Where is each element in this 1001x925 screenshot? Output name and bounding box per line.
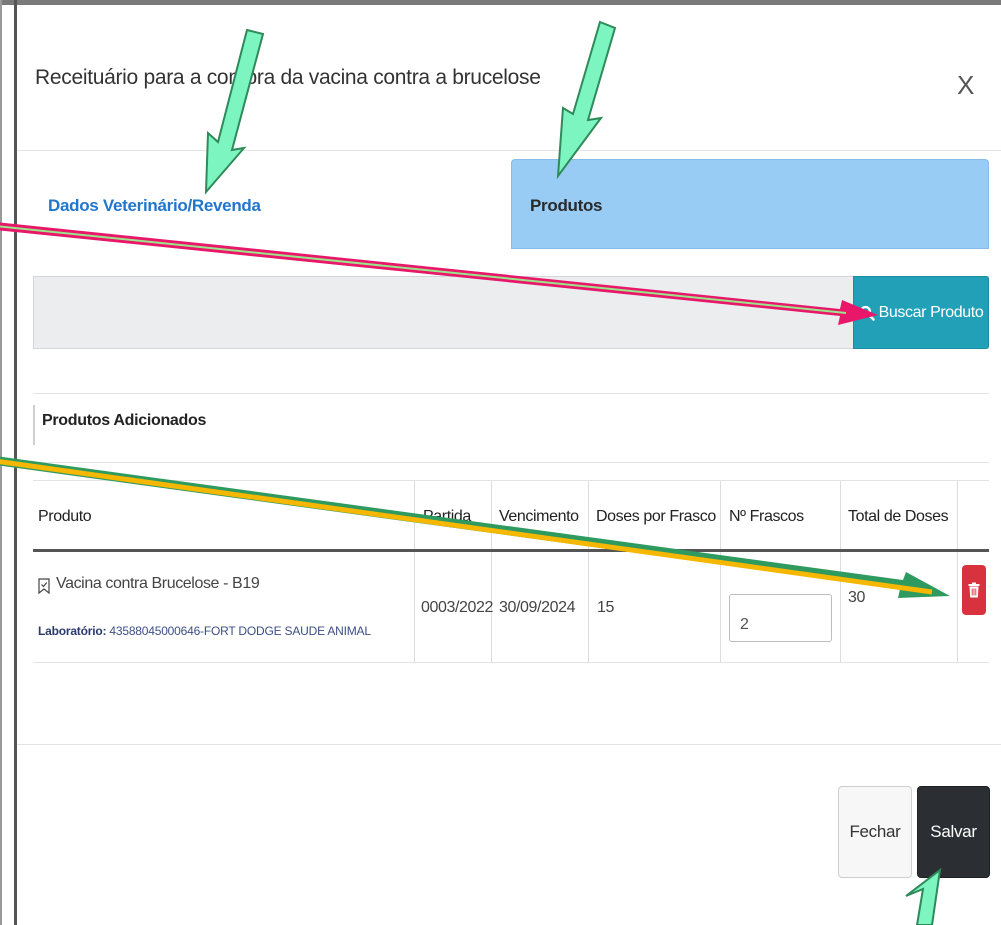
table-bottom-border [33,662,989,663]
close-icon[interactable]: X [957,70,974,101]
laboratorio-value: 43588045000646-FORT DODGE SAUDE ANIMAL [109,624,371,638]
pointer-arrow-to-dados-tab [204,28,265,195]
column-divider [491,481,492,663]
header-total-doses: Total de Doses [848,508,949,525]
header-divider [17,150,1001,151]
header-partida: Partida [423,508,471,525]
buscar-produto-label: Buscar Produto [878,303,984,321]
search-panel [33,276,989,349]
column-divider [840,481,841,663]
tab-dados-veterinario[interactable]: Dados Veterinário/Revenda [48,196,261,216]
laboratorio-info: Laboratório: 43588045000646-FORT DODGE S… [38,624,371,638]
laboratorio-label: Laboratório: [38,624,107,638]
section-title-divider [33,462,989,463]
column-divider [588,481,589,663]
column-divider [720,481,721,663]
section-divider [33,393,989,394]
column-divider [957,481,958,663]
window-left-border [14,0,17,925]
produto-name: Vacina contra Brucelose - B19 [56,575,260,592]
search-icon [859,305,875,321]
table-top-border [33,480,989,481]
n-frascos-input[interactable] [729,594,832,642]
header-n-frascos: Nº Frascos [729,508,804,525]
partida-value: 0003/2022 [421,599,494,616]
doses-por-frasco-value: 15 [597,599,614,616]
total-doses-value: 30 [848,589,865,606]
footer-divider [17,744,1001,745]
section-title: Produtos Adicionados [42,412,207,429]
modal-title: Receituário para a compra da vacina cont… [35,66,541,89]
buscar-produto-button[interactable]: Buscar Produto [853,276,989,349]
window-top-border [0,0,1001,5]
vencimento-value: 30/09/2024 [499,599,576,616]
pointer-arrow-to-produtos-tab [556,20,617,180]
table-header-border [33,549,989,552]
delete-row-button[interactable] [962,565,986,615]
tab-produtos[interactable]: Produtos [530,196,603,216]
fechar-button[interactable]: Fechar [838,786,912,878]
column-divider [414,481,415,663]
window-left-edge [0,0,2,925]
header-produto: Produto [38,508,92,525]
pointer-arrow-to-salvar [905,867,942,925]
trash-icon [968,582,980,598]
salvar-button[interactable]: Salvar [917,786,990,878]
section-marker [33,405,35,445]
header-vencimento: Vencimento [499,508,579,525]
header-doses-por-frasco: Doses por Frasco [596,508,716,525]
bookmark-icon [38,578,50,594]
